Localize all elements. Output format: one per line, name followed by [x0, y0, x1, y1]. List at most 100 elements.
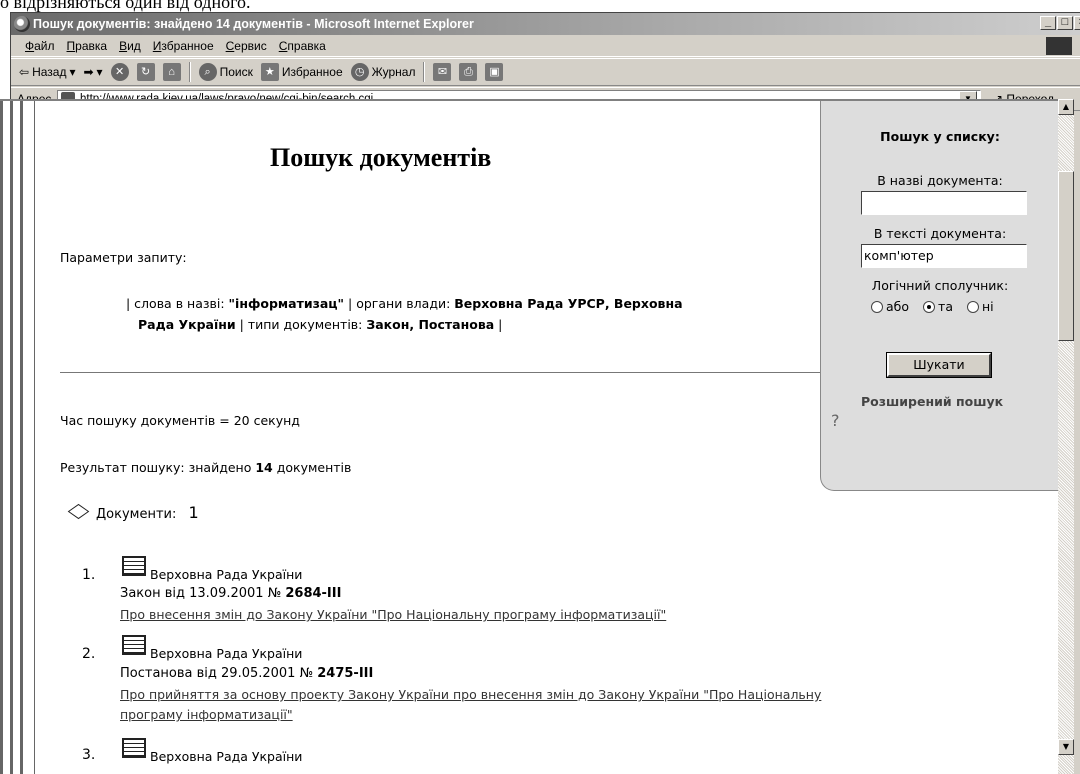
params-value: Рада України: [138, 317, 236, 332]
result-count: 14: [255, 460, 273, 475]
document-icon: [122, 738, 146, 758]
home-icon[interactable]: ⌂: [162, 63, 181, 81]
page-caption: о відрізняються один від одного.: [0, 0, 251, 12]
menu-bar: Файл Правка Вид Избранное Сервис Справка: [11, 35, 1080, 57]
divider: [60, 372, 820, 373]
params-text: | органи влади:: [344, 296, 455, 311]
stop-icon[interactable]: ✕: [110, 63, 129, 81]
search-button[interactable]: ⌕ Поиск: [198, 59, 253, 85]
result-org: Верховна Рада України: [150, 567, 303, 582]
windows-logo-icon: [1046, 37, 1072, 55]
chevron-down-icon[interactable]: ▾: [97, 59, 103, 85]
radio-and[interactable]: та: [923, 299, 953, 314]
window-title: Пошук документів: знайдено 14 документів…: [33, 17, 474, 31]
menu-view[interactable]: Вид: [113, 35, 147, 56]
radio-label: та: [938, 299, 953, 314]
help-icon[interactable]: ?: [831, 411, 840, 430]
result-meta: Постанова від 29.05.2001 № 2475-III: [120, 666, 373, 681]
params-text: | слова в назві:: [126, 296, 229, 311]
result-org: Верховна Рада України: [150, 646, 303, 661]
result-meta-text: Постанова від 29.05.2001 №: [120, 666, 318, 681]
window-controls: _ □ ×: [1040, 16, 1080, 30]
scroll-thumb[interactable]: [1058, 171, 1074, 341]
text-field-label: В тексті документа:: [873, 226, 1007, 241]
docs-label-text: Документи:: [96, 507, 177, 522]
frame-border: [0, 101, 42, 774]
result-meta-text: Закон від 13.09.2001 №: [120, 586, 286, 601]
docs-page-number[interactable]: 1: [189, 503, 199, 522]
result-link-continued[interactable]: програму інформатизації": [120, 707, 293, 722]
toolbar: ⇦ Назад ▾ ➡ ▾ ✕ ↻ ⌂ ⌕ Поиск ★ Избранное …: [11, 58, 1080, 86]
search-icon: ⌕: [198, 63, 217, 81]
result-number: 1.: [82, 567, 96, 583]
document-icon: [122, 635, 146, 655]
params-value: "інформатизац": [228, 296, 345, 311]
query-params-label: Параметри запиту:: [60, 250, 187, 265]
result-suffix: документів: [272, 460, 352, 475]
scroll-down-button[interactable]: ▼: [1058, 739, 1074, 755]
search-panel-title: Пошук у списку:: [880, 129, 1000, 144]
scroll-up-button[interactable]: ▲: [1058, 99, 1074, 115]
result-number: 2.: [82, 646, 96, 662]
name-search-input[interactable]: [861, 191, 1027, 215]
menu-file[interactable]: Файл: [19, 35, 61, 56]
result-link[interactable]: Про внесення змін до Закону України "Про…: [120, 607, 666, 622]
radio-button[interactable]: [871, 300, 883, 313]
result-meta: Закон від 13.09.2001 № 2684-III: [120, 586, 341, 601]
menu-favorites[interactable]: Избранное: [147, 35, 220, 56]
result-number: 3.: [82, 747, 96, 763]
back-arrow-icon: ⇦: [19, 65, 30, 79]
favorites-button[interactable]: ★ Избранное: [260, 59, 343, 85]
back-button[interactable]: ⇦ Назад ▾: [19, 59, 75, 85]
params-value: Верховна Рада УРСР, Верховна: [454, 296, 683, 311]
advanced-search-link[interactable]: Розширений пошук: [861, 394, 1003, 409]
diamond-icon: [67, 503, 90, 520]
search-panel: Пошук у списку: В назві документа: В тек…: [820, 101, 1058, 491]
result-doc-number: 2475-III: [317, 666, 374, 681]
search-submit-button[interactable]: Шукати: [886, 352, 992, 378]
documents-label: Документи: 1: [96, 503, 199, 522]
history-button[interactable]: ◷ Журнал: [350, 59, 416, 85]
history-icon: ◷: [350, 63, 369, 81]
params-text: |: [494, 317, 503, 332]
params-text: | типи документів:: [235, 317, 367, 332]
refresh-icon[interactable]: ↻: [136, 63, 155, 81]
logic-label: Логічний сполучник:: [871, 278, 1009, 293]
mail-icon[interactable]: ✉: [433, 63, 452, 81]
radio-button[interactable]: [966, 300, 979, 313]
minimize-button[interactable]: _: [1040, 16, 1056, 30]
gift-icon[interactable]: ▣: [485, 63, 504, 81]
radio-label: або: [886, 299, 910, 314]
chevron-down-icon[interactable]: ▾: [69, 59, 75, 85]
query-params-line-1: | слова в назві: "інформатизац" | органи…: [126, 296, 683, 311]
result-org: Верховна Рада України: [150, 749, 303, 764]
ie-icon: [14, 16, 30, 32]
favorites-label: Избранное: [281, 65, 343, 79]
forward-button[interactable]: ➡ ▾: [83, 59, 102, 85]
radio-label: ні: [981, 299, 994, 314]
search-label: Поиск: [219, 65, 253, 79]
vertical-scrollbar[interactable]: ▲ ▼: [1058, 99, 1074, 774]
toolbar-separator: [188, 62, 191, 82]
result-doc-number: 2684-III: [285, 586, 342, 601]
maximize-button[interactable]: □: [1057, 16, 1073, 30]
radio-not[interactable]: ні: [966, 299, 994, 314]
menu-help[interactable]: Справка: [273, 35, 332, 56]
text-search-input[interactable]: комп'ютер: [861, 244, 1027, 268]
search-time: Час пошуку документів = 20 секунд: [60, 413, 300, 428]
back-label: Назад: [32, 65, 67, 79]
menu-edit[interactable]: Правка: [61, 35, 114, 56]
print-icon[interactable]: ⎙: [459, 63, 478, 81]
radio-button[interactable]: [923, 300, 936, 313]
result-link[interactable]: Про прийняття за основу проекту Закону У…: [120, 687, 821, 702]
result-prefix: Результат пошуку: знайдено: [60, 460, 256, 475]
menu-tools[interactable]: Сервис: [220, 35, 273, 56]
radio-or[interactable]: або: [871, 299, 909, 314]
close-button[interactable]: ×: [1074, 16, 1080, 30]
favorites-icon: ★: [260, 63, 279, 81]
history-label: Журнал: [371, 65, 416, 79]
query-params-line-2: Рада України | типи документів: Закон, П…: [138, 317, 502, 332]
params-value: Закон, Постанова: [366, 317, 495, 332]
logic-radio-group: або та ні: [871, 299, 994, 314]
name-field-label: В назві документа:: [877, 173, 1003, 188]
